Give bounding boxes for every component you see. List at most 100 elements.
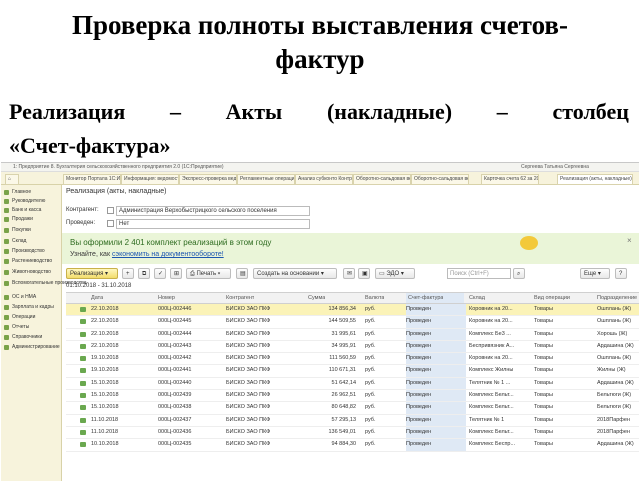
column-header[interactable]: Склад	[469, 293, 485, 303]
subtitle-line-1: Реализация – Акты (накладные) – столбец	[9, 95, 629, 129]
column-header[interactable]: Счет-фактура	[408, 293, 443, 303]
sidebar-item[interactable]: Покупки	[4, 227, 31, 233]
column-header[interactable]: Дата	[91, 293, 103, 303]
column-header[interactable]: Сумма	[308, 293, 325, 303]
mail-icon[interactable]: ✉	[343, 268, 355, 279]
column-header[interactable]: Валюта	[365, 293, 384, 303]
sidebar-item[interactable]: Отчеты	[4, 324, 29, 330]
table-cell: 000Ц-002445	[158, 318, 192, 325]
search-input[interactable]: Поиск (Ctrl+F)	[447, 268, 511, 279]
banner-link[interactable]: сэкономить на документообороте!	[112, 251, 224, 258]
table-row[interactable]: 22.10.2018 000Ц-002445 БИСКО ЗАО ПКФ 144 50…	[66, 316, 639, 329]
sidebar-item[interactable]: Главное	[4, 189, 31, 195]
tab-item[interactable]: Экспресс-проверка ведения...	[179, 174, 237, 185]
table-cell: 000Ц-002443	[158, 342, 192, 349]
slide-title: Проверка полноты выставления счетов- фак…	[0, 8, 640, 76]
table-cell: БИСКО ЗАО ПКФ	[226, 330, 271, 337]
table-cell: БИСКО ЗАО ПКФ	[226, 379, 271, 386]
list-toolbar: Реализация ▾ + ⧉ ✓ ⊞ ⎙ Печать ▾ ▤ Создат…	[62, 267, 639, 281]
table-cell: 19.10.2018	[91, 355, 119, 362]
table-row[interactable]: 11.10.2018 000Ц-002436 БИСКО ЗАО ПКФ 136 54…	[66, 426, 639, 440]
more-button[interactable]: Еще ▾	[580, 268, 610, 279]
attach-icon[interactable]: ▣	[358, 268, 370, 279]
table-row[interactable]: 22.10.2018 000Ц-002443 БИСКО ЗАО ПКФ 34 995…	[66, 340, 639, 354]
sidebar-item[interactable]: Банк и касса	[4, 207, 41, 213]
title-line-1: Проверка полноты выставления счетов-	[72, 10, 568, 40]
table-cell: БИСКО ЗАО ПКФ	[226, 404, 271, 411]
filter-icon[interactable]: ⊞	[170, 268, 182, 279]
edo-button[interactable]: ▭ ЭДО ▾	[375, 268, 415, 279]
table-row[interactable]: 10.10.2018 000Ц-002435 БИСКО ЗАО ПКФ 94 884…	[66, 439, 639, 452]
tab-item[interactable]: Монитор Портала 1С:ИТС	[63, 174, 121, 185]
sidebar-item[interactable]: Администрирование	[4, 344, 60, 350]
table-cell: 2018Парфен	[597, 416, 630, 423]
column-header[interactable]: Номер	[158, 293, 175, 303]
tab-item[interactable]: Оборотно-сальдовая ведом...	[411, 174, 469, 185]
section-icon	[4, 198, 9, 204]
table-row[interactable]: 22.10.2018 000Ц-002446 БИСКО ЗАО ПКФ 134 85…	[66, 304, 639, 317]
table-cell: Телятник № 1 ...	[469, 379, 511, 386]
copy-icon[interactable]: ⧉	[138, 268, 150, 279]
sidebar-item[interactable]: Склад	[4, 238, 26, 244]
realization-button[interactable]: Реализация ▾	[66, 268, 118, 279]
table-cell: Товары	[534, 416, 553, 423]
tab-item[interactable]: Карточка счета 62 за 2018...	[481, 174, 539, 185]
column-header[interactable]: Контрагент	[226, 293, 254, 303]
help-button[interactable]: ?	[615, 268, 627, 279]
sidebar-item[interactable]: Зарплата и кадры	[4, 304, 54, 310]
report-icon[interactable]: ▤	[236, 268, 248, 279]
create-icon[interactable]: +	[122, 268, 134, 279]
sidebar-item[interactable]: Продажи	[4, 216, 33, 222]
table-row[interactable]: 15.10.2018 000Ц-002440 БИСКО ЗАО ПКФ 51 642…	[66, 377, 639, 391]
tab-home[interactable]: ⌂	[5, 174, 19, 185]
sidebar-item[interactable]: Справочники	[4, 334, 42, 340]
table-cell: БИСКО ЗАО ПКФ	[226, 428, 271, 435]
table-cell: Комплекс Бельт...	[469, 404, 514, 411]
contractor-label: Контрагент:	[66, 207, 99, 213]
sidebar-item[interactable]: Растениеводство	[4, 258, 52, 264]
post-icon[interactable]: ✓	[154, 268, 166, 279]
table-cell: БИСКО ЗАО ПКФ	[226, 367, 271, 374]
sidebar-item[interactable]: ОС и НМА	[4, 294, 36, 300]
table-row[interactable]: 19.10.2018 000Ц-002442 БИСКО ЗАО ПКФ 111 56…	[66, 353, 639, 366]
tab-item[interactable]: Анализ субконто Контрагенты	[295, 174, 353, 185]
sidebar-item[interactable]: Животноводство	[4, 269, 51, 275]
table-cell: 000Ц-002444	[158, 330, 192, 337]
table-cell: Проведен	[406, 340, 466, 353]
table-row[interactable]: 19.10.2018 000Ц-002441 БИСКО ЗАО ПКФ 110 67…	[66, 365, 639, 378]
tab-item[interactable]: Регламентные операции И...	[237, 174, 295, 185]
sidebar-item[interactable]: Операции	[4, 314, 35, 320]
table-row[interactable]: 15.10.2018 000Ц-002439 БИСКО ЗАО ПКФ 26 962…	[66, 390, 639, 403]
section-icon	[4, 314, 9, 320]
print-button[interactable]: ⎙ Печать ▾	[186, 268, 231, 279]
table-cell: БИСКО ЗАО ПКФ	[226, 355, 271, 362]
sidebar-item[interactable]: Производство	[4, 248, 45, 254]
tab-item[interactable]: Информация: ведомость 1С	[121, 174, 179, 185]
table-cell: Товары	[534, 428, 553, 435]
posted-checkbox[interactable]	[107, 220, 114, 227]
table-cell: 22.10.2018	[91, 318, 119, 325]
create-based-button[interactable]: Создать на основании ▾	[253, 268, 337, 279]
search-icon[interactable]: ⌕	[513, 268, 525, 279]
tab-item[interactable]: Оборотно-сальдовая ведом...	[353, 174, 411, 185]
sidebar-item[interactable]: Руководителю	[4, 198, 45, 204]
posted-field[interactable]: Нет	[116, 219, 310, 229]
tab-realization[interactable]: Реализация (акты, накладные)	[557, 174, 633, 185]
column-header[interactable]: Подразделение	[597, 293, 637, 303]
table-cell: 15.10.2018	[91, 404, 119, 411]
table-cell: Бельтюги (Ж)	[597, 404, 632, 411]
table-cell: руб.	[365, 306, 376, 312]
table-row[interactable]: 22.10.2018 000Ц-002444 БИСКО ЗАО ПКФ 31 995…	[66, 328, 639, 341]
table-cell: руб.	[365, 392, 376, 399]
column-header[interactable]: Вид операции	[534, 293, 570, 303]
banner-headline: Вы оформили 2 401 комплект реализаций в …	[70, 238, 272, 247]
table-row[interactable]: 11.10.2018 000Ц-002437 БИСКО ЗАО ПКФ 57 295…	[66, 414, 639, 427]
contractor-checkbox[interactable]	[107, 207, 114, 214]
table-row[interactable]: 15.10.2018 000Ц-002438 БИСКО ЗАО ПКФ 80 648…	[66, 402, 639, 415]
close-icon[interactable]: ×	[627, 236, 632, 245]
section-icon	[4, 258, 9, 264]
app-screenshot: 1: Предприятие 8. Бухгалтерия сельскохоз…	[1, 162, 639, 481]
table-cell: Комплекс Бельт...	[469, 392, 514, 399]
contractor-field[interactable]: Администрация Верхобыстрицкого сельского…	[116, 206, 310, 216]
period-label[interactable]: 01.10.2018 - 31.10.2018	[66, 283, 131, 289]
